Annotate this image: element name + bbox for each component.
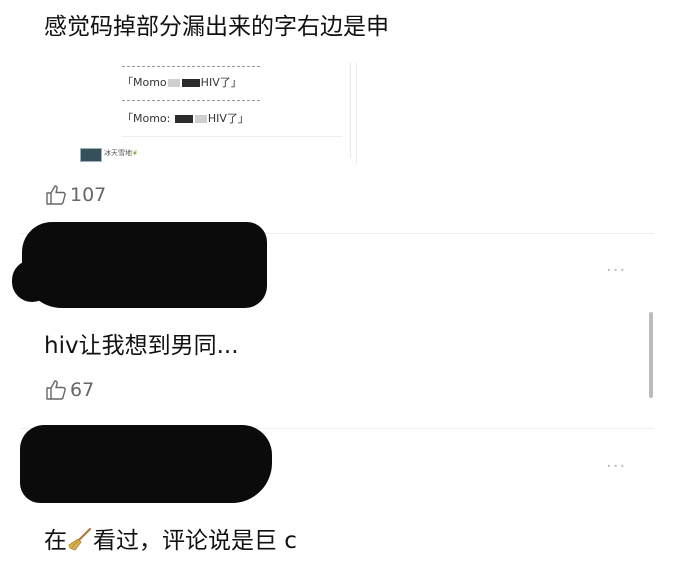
thumbs-up-icon [46, 185, 66, 205]
avatar [80, 148, 102, 162]
leaf-icon: ❦ [132, 149, 138, 157]
comment-text: hiv让我想到男同... [44, 333, 239, 359]
comment-text: 感觉码掉部分漏出来的字右边是申 [44, 14, 389, 40]
dashed-divider [122, 66, 260, 67]
username: 冰天雪地❦ [104, 149, 138, 157]
like-count: 107 [70, 184, 107, 206]
text-after: 看过，评论说是巨 c [93, 528, 297, 554]
mosaic-censor [167, 79, 180, 87]
quote-1-suffix: HIV了」 [200, 76, 242, 89]
more-options-icon[interactable]: ··· [606, 456, 626, 477]
scrollbar[interactable] [649, 312, 653, 398]
comment-text: 在 看过，评论说是巨 c [44, 526, 297, 556]
redacted-user [20, 425, 272, 503]
like-button[interactable]: 67 [44, 378, 94, 402]
dashed-divider [122, 100, 260, 101]
quote-line-2: 「Momo: HIV了」 [122, 112, 249, 126]
redacted-user [12, 260, 52, 302]
thumbs-up-icon [46, 380, 66, 400]
quote-2-suffix: HIV了」 [207, 112, 249, 125]
quote-2-prefix: 「Momo: [122, 112, 174, 125]
embedded-screenshot[interactable]: 「Momo HIV了」 「Momo: HIV了」 冰天雪地❦ [80, 62, 365, 164]
text-before: 在 [44, 528, 67, 554]
like-button[interactable]: 107 [44, 183, 106, 207]
more-options-icon[interactable]: ··· [606, 260, 626, 281]
like-count: 67 [70, 379, 95, 401]
mosaic-censor [174, 115, 193, 123]
mosaic-censor [181, 79, 200, 87]
divider-line [122, 136, 342, 137]
quote-1-prefix: 「Momo [122, 76, 167, 89]
broom-icon [68, 527, 92, 551]
mosaic-censor [194, 115, 207, 123]
redacted-user [22, 222, 267, 308]
vertical-rule [350, 62, 351, 158]
quote-line-1: 「Momo HIV了」 [122, 76, 242, 90]
vertical-rule [356, 62, 357, 164]
